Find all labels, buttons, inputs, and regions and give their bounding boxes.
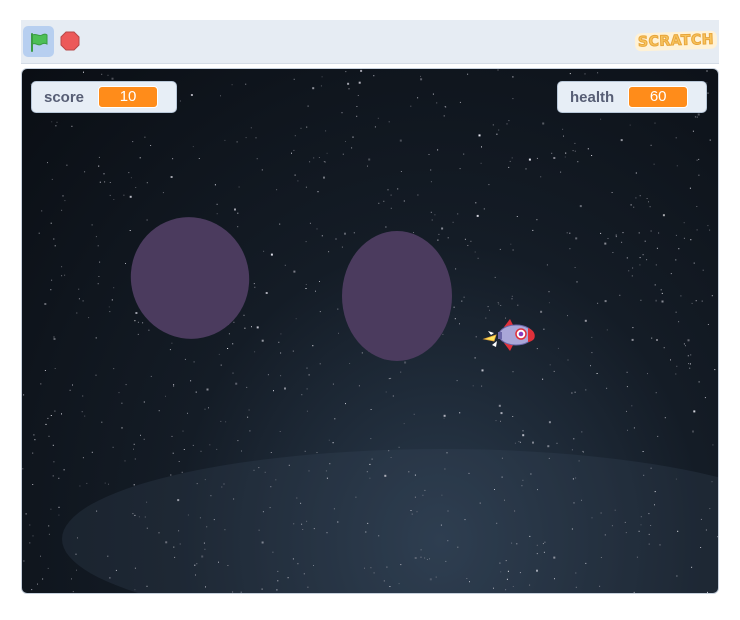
game-stage[interactable]: score 10 health 60	[21, 68, 719, 594]
score-label: score	[44, 88, 85, 106]
health-label: health	[570, 88, 615, 106]
score-monitor[interactable]: score 10	[31, 81, 177, 113]
stop-button[interactable]	[59, 30, 81, 52]
green-flag-icon	[30, 32, 47, 52]
health-value: 60	[628, 86, 689, 108]
health-monitor[interactable]: health 60	[557, 81, 707, 113]
stage-toolbar: SCRATCH	[21, 20, 719, 64]
stop-sign-icon	[60, 31, 80, 51]
rocket-ship-sprite[interactable]	[482, 313, 540, 353]
asteroid-sprite[interactable]	[342, 231, 452, 361]
score-value: 10	[98, 86, 159, 108]
scratch-logo: SCRATCH	[634, 30, 718, 52]
green-flag-button[interactable]	[23, 26, 54, 57]
